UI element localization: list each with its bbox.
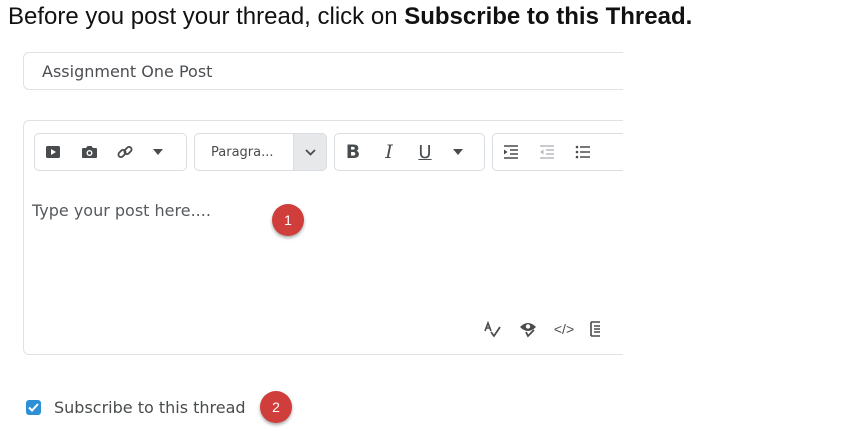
insert-toolbar-group [34, 133, 187, 171]
editor-bottom-toolbar: </> [474, 317, 618, 341]
chevron-down-icon[interactable] [293, 134, 326, 170]
list-toolbar-group [492, 133, 623, 171]
accessibility-checker-icon[interactable] [510, 317, 546, 341]
caret-down-icon[interactable] [443, 134, 473, 170]
checkmark-icon [28, 402, 39, 412]
post-editor: Paragra... B I U Type your post here.... [23, 120, 623, 355]
fullscreen-icon[interactable] [582, 317, 618, 341]
post-body-placeholder[interactable]: Type your post here.... [32, 201, 211, 220]
subscribe-checkbox[interactable] [26, 399, 41, 415]
underline-button[interactable]: U [407, 134, 443, 170]
step-badge-2: 2 [260, 391, 292, 423]
outdent-icon[interactable] [529, 134, 565, 170]
format-select-value: Paragra... [211, 144, 274, 160]
source-code-icon[interactable]: </> [546, 317, 582, 341]
video-icon[interactable] [35, 134, 71, 170]
link-icon[interactable] [107, 134, 143, 170]
instruction-emphasis: Subscribe to this Thread. [404, 3, 693, 30]
bold-button[interactable]: B [335, 134, 371, 170]
caret-down-icon[interactable] [143, 134, 173, 170]
italic-button[interactable]: I [371, 134, 407, 170]
thread-title-input[interactable] [23, 52, 623, 90]
subscribe-option[interactable]: Subscribe to this thread [26, 396, 246, 418]
bulleted-list-icon[interactable] [565, 134, 601, 170]
step-badge-1: 1 [272, 204, 304, 236]
camera-icon[interactable] [71, 134, 107, 170]
instruction-text: Before you post your thread, click on Su… [8, 2, 692, 32]
spellcheck-icon[interactable] [474, 317, 510, 341]
subscribe-label[interactable]: Subscribe to this thread [54, 398, 246, 417]
indent-icon[interactable] [493, 134, 529, 170]
text-style-toolbar-group: B I U [334, 133, 485, 171]
format-select[interactable]: Paragra... [194, 133, 327, 171]
instruction-lead: Before you post your thread, click on [8, 3, 405, 30]
